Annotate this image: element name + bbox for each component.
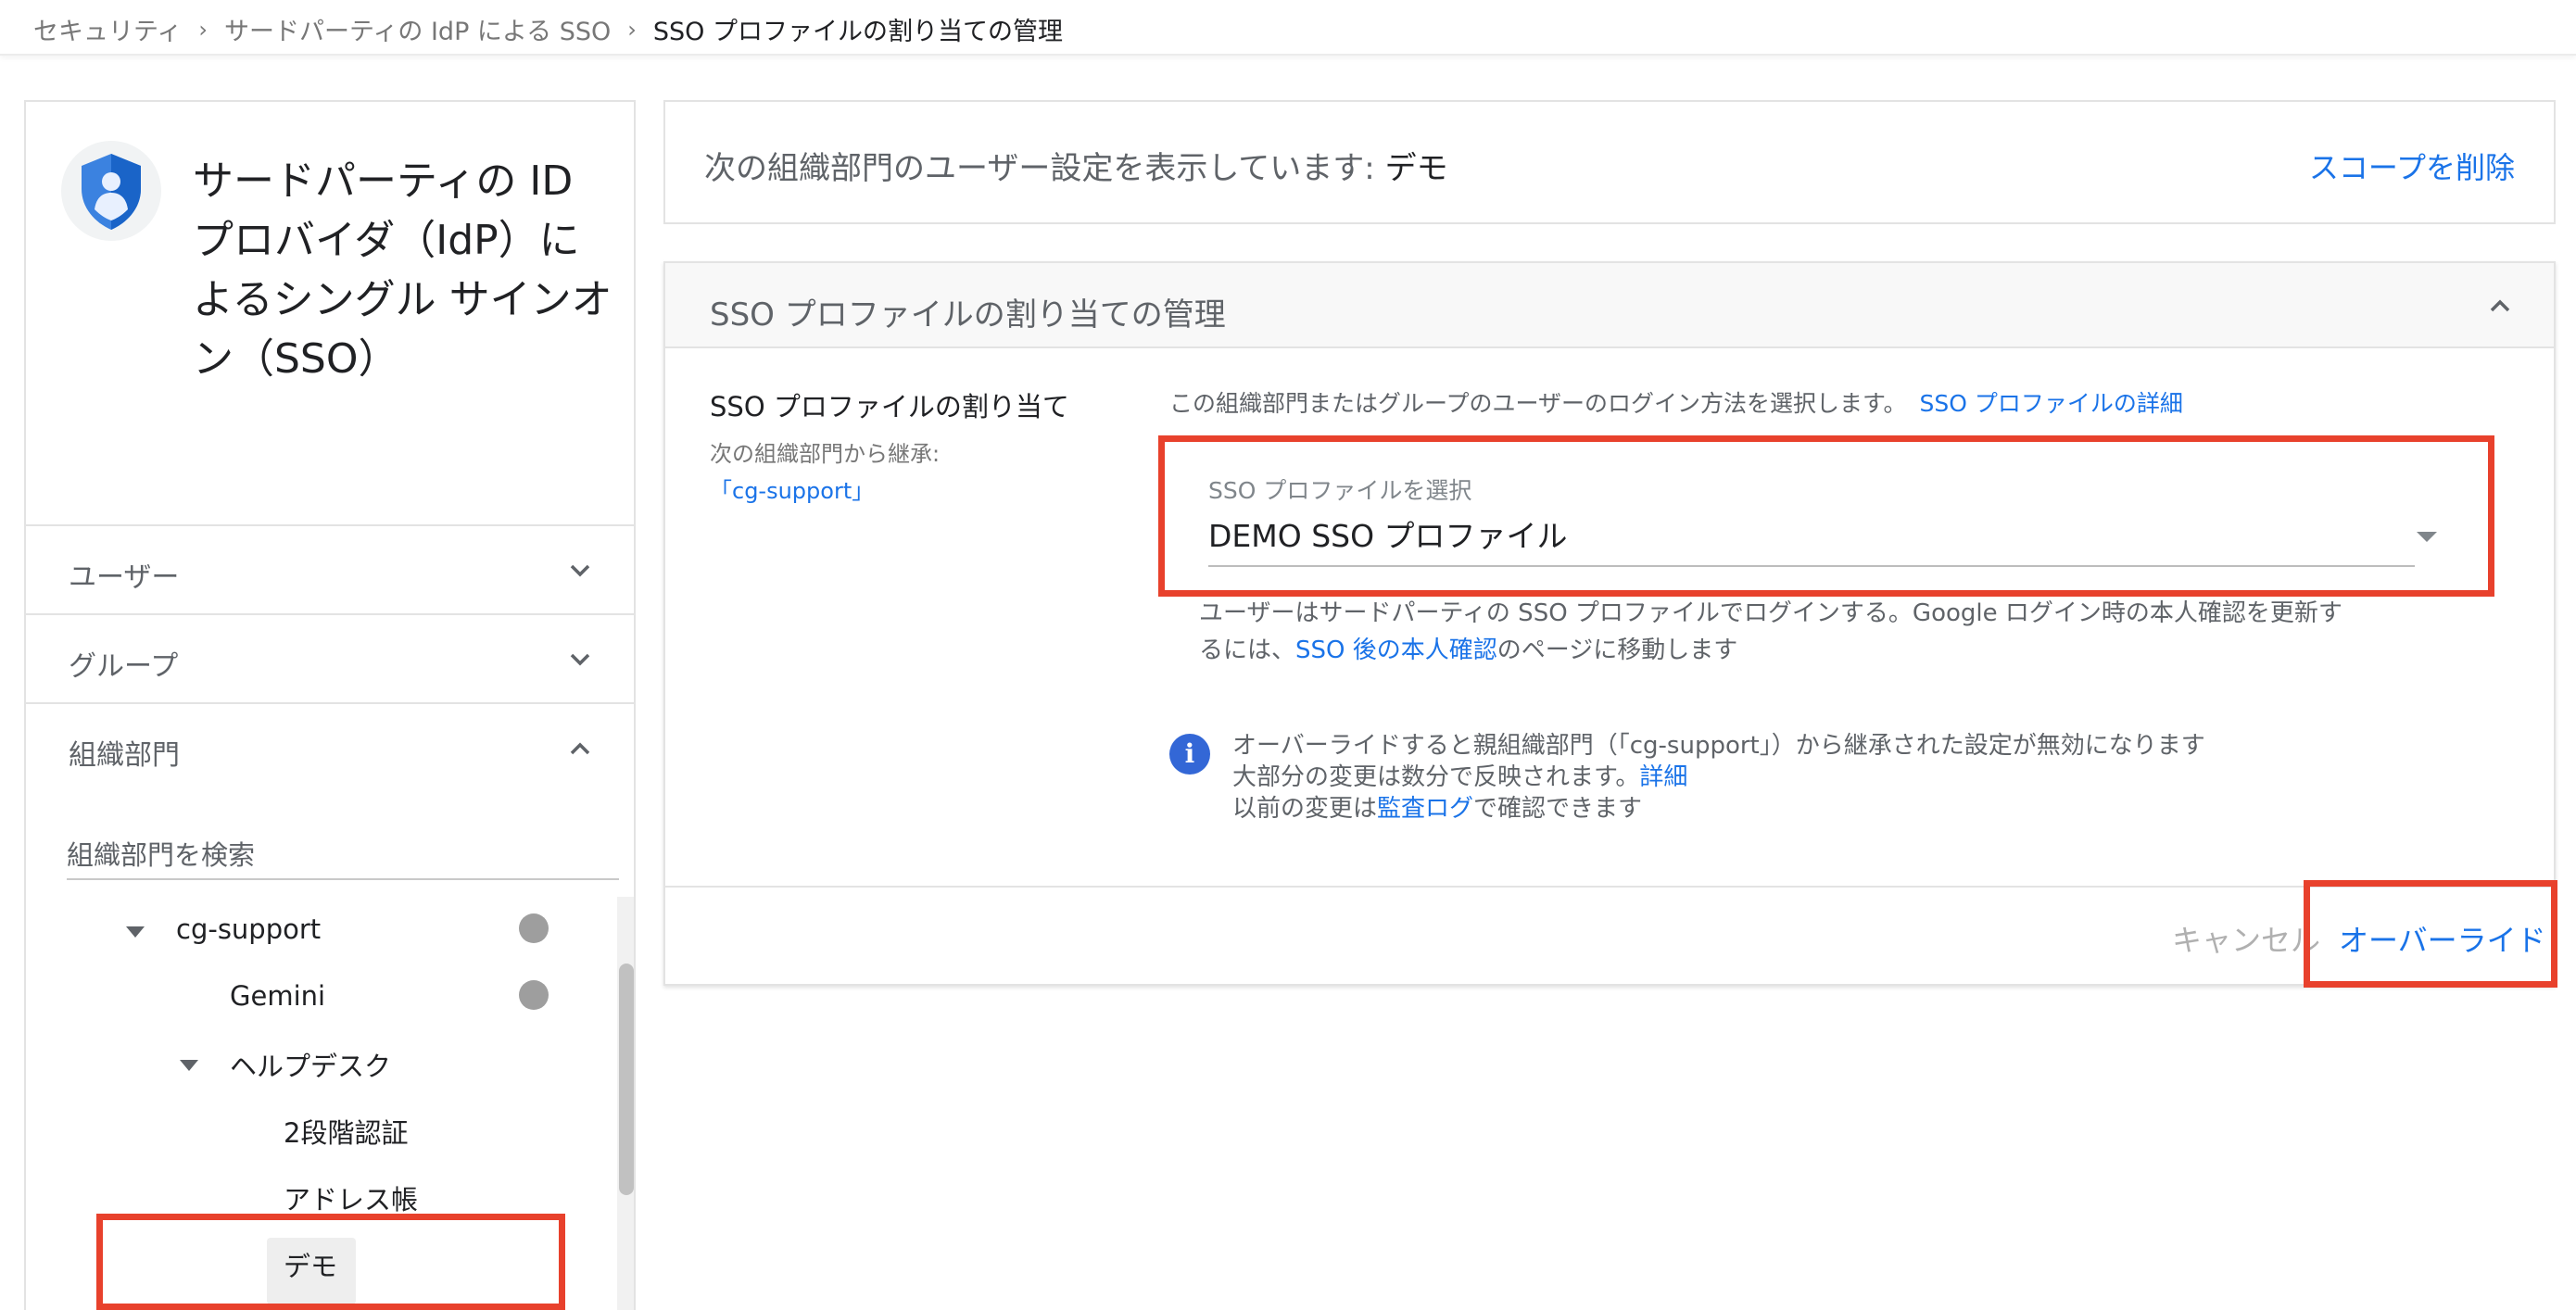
info-text: 大部分の変更は数分で反映されます。 bbox=[1232, 763, 1640, 791]
help-text: ユーザーはサードパーティの SSO プロファイルでログインする。Google ロ… bbox=[1199, 595, 2357, 669]
org-search-input[interactable]: 組織部門を検索 bbox=[67, 834, 255, 873]
scope-text: 次の組織部門のユーザー設定を表示しています: デモ bbox=[704, 143, 1448, 188]
setting-label: SSO プロファイルの割り当て bbox=[710, 391, 1069, 422]
status-dot bbox=[519, 913, 549, 943]
scope-org-name: デモ bbox=[1384, 150, 1448, 187]
tree-item-2sv[interactable]: 2段階認証 bbox=[284, 1112, 408, 1151]
post-sso-verification-link[interactable]: SSO 後の本人確認 bbox=[1295, 636, 1497, 664]
info-text: 以前の変更は bbox=[1232, 795, 1378, 823]
tree-item-cg-support[interactable]: cg-support bbox=[176, 913, 321, 945]
setting-description: この組織部門またはグループのユーザーのログイン方法を選択します。 SSO プロファ… bbox=[1169, 385, 2183, 419]
help-text-part: のページに移動します bbox=[1496, 636, 1738, 664]
breadcrumb: セキュリティ › サードパーティの IdP による SSO › SSO プロファ… bbox=[33, 11, 1063, 47]
highlight-override-button bbox=[2304, 880, 2557, 988]
breadcrumb-security[interactable]: セキュリティ bbox=[33, 11, 182, 47]
scope-description: 次の組織部門のユーザー設定を表示しています: bbox=[704, 150, 1375, 187]
search-underline bbox=[67, 878, 619, 880]
status-dot bbox=[519, 980, 549, 1010]
expand-triangle-icon[interactable] bbox=[180, 1060, 198, 1071]
breadcrumb-chevron-icon: › bbox=[627, 16, 637, 43]
chevron-up-icon bbox=[570, 742, 590, 755]
section-users[interactable]: ユーザー bbox=[26, 524, 634, 613]
footer-divider bbox=[665, 886, 2554, 888]
breadcrumb-current: SSO プロファイルの割り当ての管理 bbox=[652, 18, 1063, 46]
cancel-button[interactable]: キャンセル bbox=[2172, 917, 2320, 960]
section-label: ユーザー bbox=[69, 561, 180, 594]
info-icon: i bbox=[1169, 734, 1210, 775]
chevron-down-icon bbox=[570, 653, 590, 666]
sso-profile-details-link[interactable]: SSO プロファイルの詳細 bbox=[1920, 390, 2183, 417]
audit-log-link[interactable]: 監査ログ bbox=[1377, 795, 1473, 823]
shield-user-icon bbox=[61, 141, 161, 241]
top-bar: セキュリティ › サードパーティの IdP による SSO › SSO プロファ… bbox=[0, 0, 2576, 56]
breadcrumb-third-party-sso[interactable]: サードパーティの IdP による SSO bbox=[224, 11, 611, 47]
tree-item-helpdesk[interactable]: ヘルプデスク bbox=[230, 1045, 391, 1084]
breadcrumb-chevron-icon: › bbox=[198, 16, 208, 43]
highlight-select-box bbox=[1158, 435, 2494, 597]
remove-scope-link[interactable]: スコープを削除 bbox=[2309, 145, 2515, 187]
section-label: グループ bbox=[69, 650, 179, 683]
chevron-down-icon bbox=[570, 564, 590, 577]
info-line: オーバーライドすると親組織部門（「cg-support」）から継承された設定が無… bbox=[1232, 732, 2205, 760]
description-text: この組織部門またはグループのユーザーのログイン方法を選択します。 bbox=[1169, 390, 1907, 417]
info-text: で確認できます bbox=[1473, 795, 1643, 823]
scrollbar-thumb[interactable] bbox=[619, 964, 634, 1195]
tree-item-gemini[interactable]: Gemini bbox=[230, 980, 325, 1012]
sidebar-panel: サードパーティの ID プロバイダ（IdP）によるシングル サインオン（SSO）… bbox=[24, 100, 636, 1310]
info-line: 大部分の変更は数分で反映されます。詳細 bbox=[1232, 762, 2205, 793]
sso-card-title: SSO プロファイルの割り当ての管理 bbox=[710, 296, 1226, 334]
scope-card: 次の組織部門のユーザー設定を表示しています: デモ スコープを削除 bbox=[663, 100, 2556, 224]
info-line: 以前の変更は監査ログで確認できます bbox=[1232, 793, 2205, 825]
sso-assignment-card: SSO プロファイルの割り当ての管理 SSO プロファイルの割り当て 次の組織部… bbox=[663, 261, 2556, 986]
expand-triangle-icon[interactable] bbox=[126, 926, 145, 938]
tree-item-address-book[interactable]: アドレス帳 bbox=[284, 1178, 418, 1217]
highlight-demo-item bbox=[96, 1214, 565, 1310]
chevron-up-icon[interactable] bbox=[2487, 293, 2513, 319]
details-link[interactable]: 詳細 bbox=[1639, 763, 1687, 791]
sso-card-header[interactable]: SSO プロファイルの割り当ての管理 bbox=[665, 263, 2554, 348]
panel-title: サードパーティの ID プロバイダ（IdP）によるシングル サインオン（SSO） bbox=[193, 157, 612, 383]
section-label: 組織部門 bbox=[69, 739, 180, 772]
inherit-source-link[interactable]: 「cg-support」 bbox=[710, 472, 874, 505]
inherit-label: 次の組織部門から継承: bbox=[710, 441, 941, 467]
section-groups[interactable]: グループ bbox=[26, 613, 634, 702]
section-org-units[interactable]: 組織部門 bbox=[26, 702, 634, 823]
info-message: オーバーライドすると親組織部門（「cg-support」）から継承された設定が無… bbox=[1232, 730, 2205, 825]
